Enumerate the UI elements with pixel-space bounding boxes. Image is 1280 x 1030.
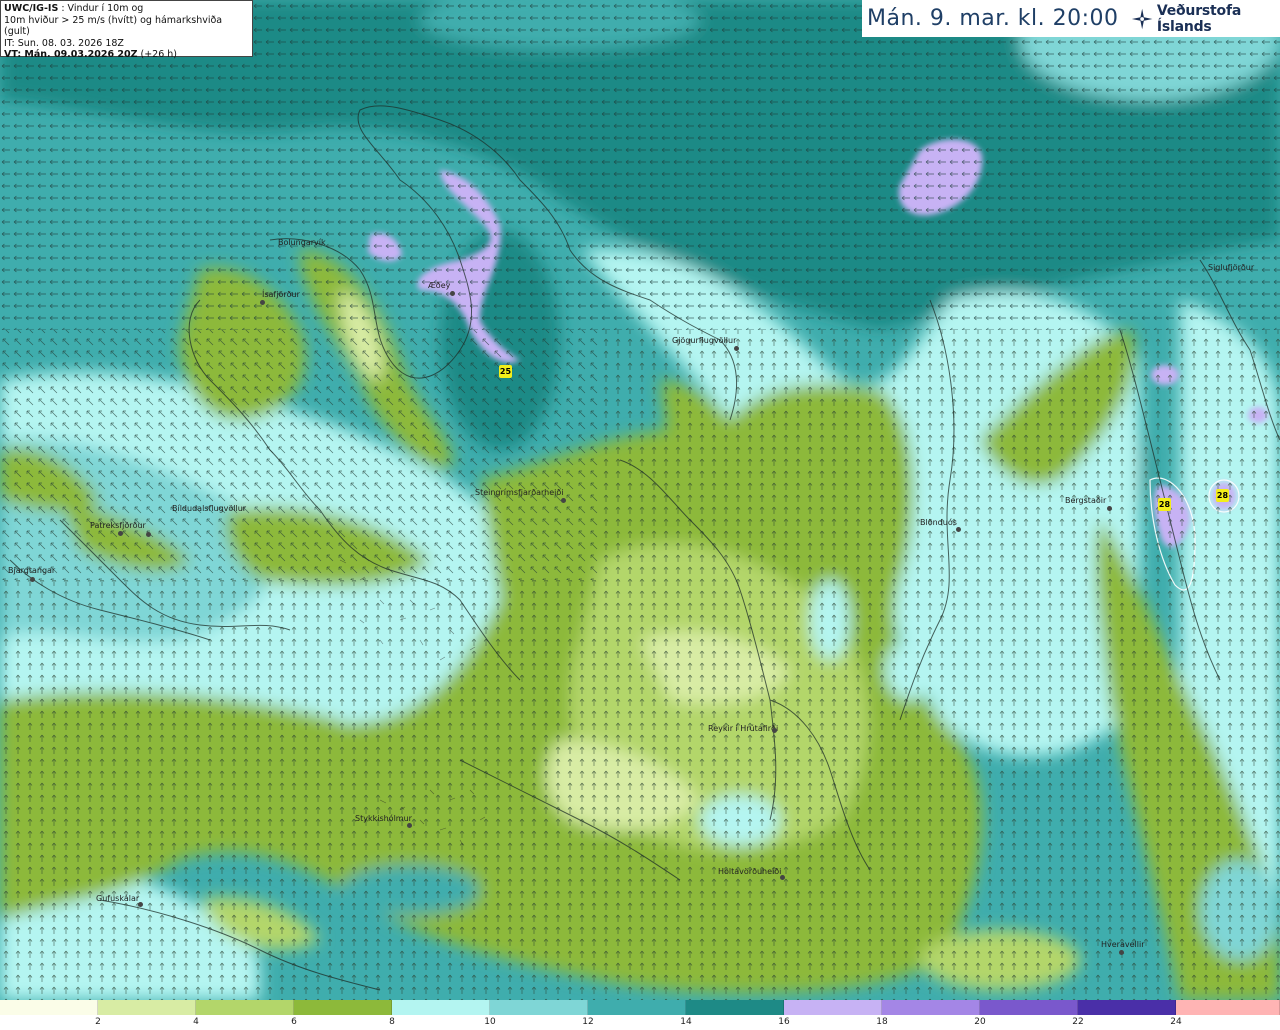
legend-tick-label: 12	[582, 1017, 594, 1027]
place-label: Ísafjörður	[260, 290, 300, 305]
legend-tick-label: 4	[193, 1017, 199, 1027]
legend-swatch	[196, 1000, 294, 1015]
legend-swatch	[980, 1000, 1078, 1015]
initial-time: IT: Sun. 08. 03. 2026 18Z	[4, 37, 124, 49]
title-bar: Mán. 9. mar. kl. 20:00 Veðurstofa Ísland…	[862, 0, 1280, 37]
brand-logo[interactable]: Veðurstofa Íslands	[1131, 3, 1280, 35]
max-gust-label: 28	[1216, 489, 1229, 502]
wind-speed-legend: 2 4 6 8 10 12 14 16 18 20 22 24	[0, 1000, 1280, 1030]
legend-tick-label: 6	[291, 1017, 297, 1027]
model-description: : Vindur í 10m og	[58, 3, 144, 14]
legend-swatch	[98, 1000, 196, 1015]
legend-tick-label: 20	[974, 1017, 986, 1027]
legend-swatch	[686, 1000, 784, 1015]
legend-tick-label: 18	[876, 1017, 888, 1027]
place-label: Siglufjörður	[1208, 263, 1255, 272]
place-label: Bolungarvík	[278, 238, 326, 247]
max-gust-label: 25	[499, 365, 512, 378]
place-label: Steingrímsfjarðarheiði	[475, 488, 566, 503]
place-label: Hveravellir	[1101, 940, 1144, 955]
legend-tick-label: 10	[484, 1017, 496, 1027]
place-label: Gjögurflugvöllur	[672, 336, 739, 351]
legend-swatch	[0, 1000, 98, 1015]
forecast-datetime: Mán. 9. mar. kl. 20:00	[867, 6, 1119, 31]
legend-tick-label: 24	[1170, 1017, 1182, 1027]
compass-star-icon	[1131, 8, 1152, 29]
legend-swatch	[882, 1000, 980, 1015]
legend-swatch	[490, 1000, 588, 1015]
legend-tick-label: 22	[1072, 1017, 1084, 1027]
place-label: Holtavörðuheiði	[718, 867, 785, 880]
legend-tick-label: 2	[95, 1017, 101, 1027]
legend-tick-label: 14	[680, 1017, 692, 1027]
place-label: Bíldudalsflugvöllur	[146, 504, 246, 537]
place-label: Patreksfjörður	[90, 521, 146, 536]
legend-swatch	[1176, 1000, 1280, 1015]
legend-swatch	[588, 1000, 686, 1015]
legend-swatch	[1078, 1000, 1176, 1015]
place-label: Gufuskálar	[96, 894, 143, 907]
brand-name: Veðurstofa Íslands	[1156, 2, 1242, 35]
legend-swatch	[392, 1000, 490, 1015]
place-label: Reykir í Hrútafirði	[708, 724, 779, 733]
valid-time: VT: Mán. 09.03.2026 20Z	[4, 49, 138, 60]
place-label: Bjargtangar	[8, 566, 55, 582]
model-name: UWC/IG-IS	[4, 3, 59, 14]
model-description-line2: 10m hviður > 25 m/s (hvítt) og hámarkshv…	[4, 14, 223, 38]
place-label: Æðey	[428, 281, 455, 296]
legend-swatch	[294, 1000, 392, 1015]
forecast-info-box: UWC/IG-IS : Vindur í 10m og 10m hviður >…	[0, 0, 253, 60]
place-label: Stykkishólmur	[355, 814, 412, 828]
place-label: Blönduós	[920, 518, 961, 532]
valid-time-offset: (+26 h)	[137, 49, 178, 60]
legend-swatch	[784, 1000, 882, 1015]
max-gust-label: 28	[1158, 498, 1171, 511]
place-label: Bergstaðir	[1065, 496, 1112, 511]
legend-tick-label: 16	[778, 1017, 790, 1027]
legend-tick-label: 8	[389, 1017, 395, 1027]
wind-map[interactable]: Bolungarvík Ísafjörður Æðey Gjögurflugvö…	[0, 0, 1280, 1000]
